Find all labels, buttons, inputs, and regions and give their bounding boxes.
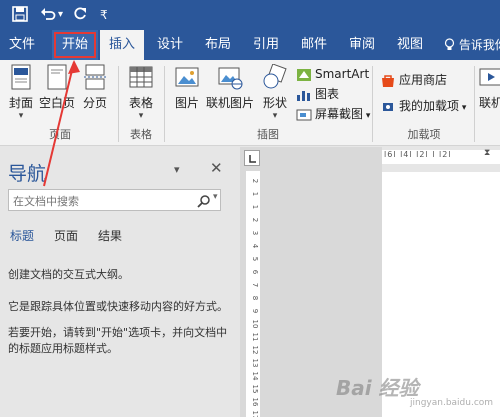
ruler-number: 12: [251, 346, 259, 355]
watermark-text: Bai 经验: [336, 376, 419, 400]
vertical-ruler: 2 1 1 2 3 4 5 6 7 8 9 10 11 12 13 14 15 16 17: [246, 171, 260, 417]
horizontal-ruler-ticks: l6l l4l l2l l l2l: [384, 150, 452, 159]
word-window: ▾ ₹ 文件 开始 插入 设计 布局 引用 邮件 审阅 视图 告诉我你 封面: [0, 0, 500, 417]
vertical-ruler-area: 2 1 1 2 3 4 5 6 7 8 9 10 11 12 13 14 15 16 17: [240, 147, 268, 417]
ruler-number: 4: [251, 244, 259, 249]
ruler-number: 3: [251, 231, 259, 235]
ruler-number: 5: [251, 257, 259, 261]
ruler-number: 1: [251, 205, 259, 209]
ruler-number: 10: [251, 320, 259, 329]
ruler-number: 13: [251, 359, 259, 368]
ruler-number: 7: [251, 283, 259, 287]
ruler-number: 15: [251, 385, 259, 394]
ruler-number: 1: [251, 192, 259, 196]
ruler-number: 17: [251, 411, 259, 417]
horizontal-ruler: l6l l4l l2l l l2l ⧗: [382, 148, 500, 164]
ruler-number: 11: [251, 333, 259, 342]
ruler-number: 6: [251, 270, 259, 275]
watermark-url: jingyan.baidu.com: [410, 398, 494, 408]
ruler-number: 8: [251, 296, 259, 300]
ruler-number: 2: [251, 218, 259, 222]
ruler-number: 14: [251, 372, 259, 381]
indent-marker-icon[interactable]: ⧗: [484, 148, 490, 158]
ruler-number: 9: [251, 309, 259, 313]
tab-selector-icon[interactable]: [244, 150, 260, 166]
ruler-number: 16: [251, 398, 259, 407]
ruler-number: 2: [251, 179, 259, 183]
